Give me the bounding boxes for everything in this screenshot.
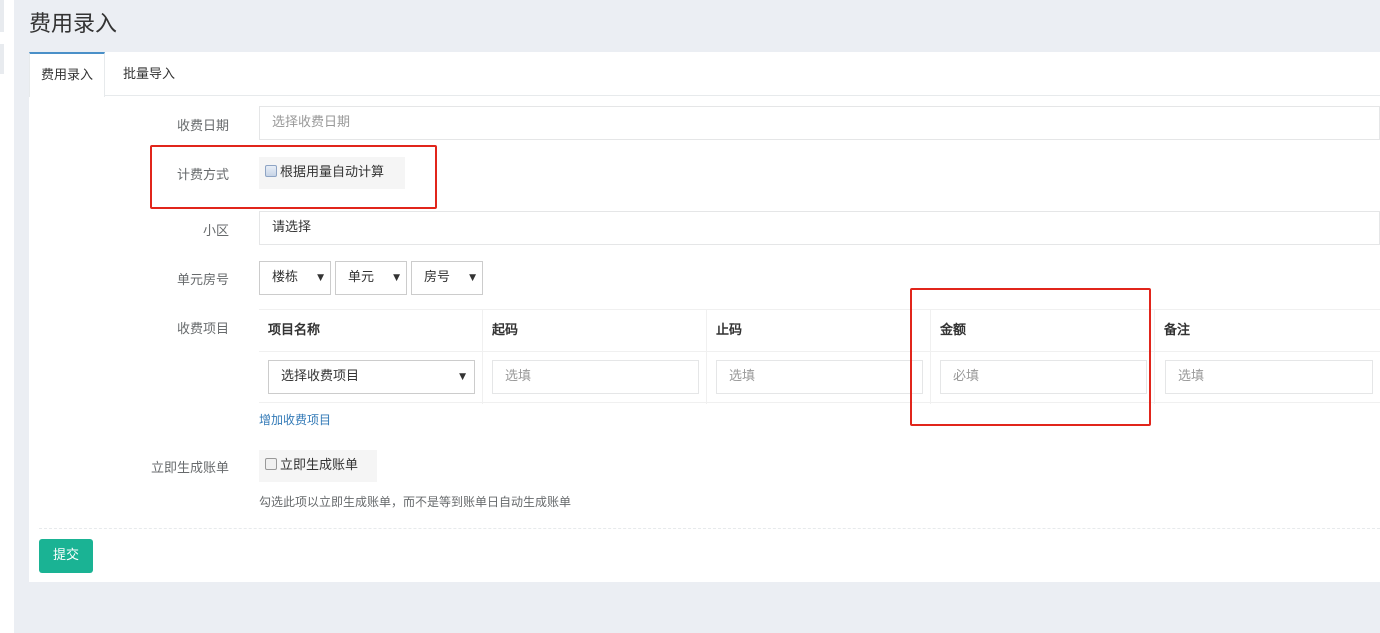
annotation-box-billing-method (150, 145, 437, 209)
caret-down-icon: ▼ (469, 273, 476, 283)
room-no-select[interactable]: 房号 ▼ (411, 261, 483, 295)
table-cell: 选填 (1155, 352, 1380, 404)
charge-date-input[interactable]: 选择收费日期 (259, 106, 1380, 140)
start-reading-input[interactable]: 选填 (492, 360, 699, 394)
sidebar-edge-mark (0, 0, 4, 32)
community-select[interactable]: 请选择 (259, 211, 1380, 245)
community-label: 小区 (202, 224, 229, 239)
tab-fee-entry[interactable]: 费用录入 (29, 52, 106, 97)
fee-item-select-value: 选择收费项目 (281, 369, 360, 384)
remark-input[interactable]: 选填 (1165, 360, 1373, 394)
end-reading-input[interactable]: 选填 (716, 360, 923, 394)
building-select-value: 楼栋 (272, 270, 299, 285)
instant-bill-checkbox-wrapper[interactable]: 立即生成账单 (259, 450, 377, 482)
instant-bill-help-text: 勾选此项以立即生成账单，而不是等到账单日自动生成账单 (259, 495, 572, 509)
instant-bill-checkbox-label: 立即生成账单 (280, 458, 359, 473)
table-cell: 选填 (707, 352, 931, 404)
left-sidebar-edge (0, 0, 14, 633)
tab-bar: 费用录入 批量导入 (29, 52, 1380, 97)
fee-item-select[interactable]: 选择收费项目 ▼ (268, 360, 475, 394)
column-header-item-name: 项目名称 (259, 310, 483, 352)
room-no-select-value: 房号 (424, 270, 451, 285)
unit-select-value: 单元 (348, 270, 375, 285)
page-title: 费用录入 (29, 12, 118, 37)
fee-items-label: 收费项目 (176, 322, 229, 337)
instant-bill-label: 立即生成账单 (150, 461, 229, 476)
date-label: 收费日期 (176, 119, 229, 134)
caret-down-icon: ▼ (459, 372, 466, 382)
caret-down-icon: ▼ (393, 273, 400, 283)
unit-select[interactable]: 单元 ▼ (335, 261, 407, 295)
room-label: 单元房号 (176, 273, 229, 288)
column-header-start: 起码 (483, 310, 707, 352)
tab-batch-import[interactable]: 批量导入 (112, 52, 186, 97)
sidebar-edge-mark (0, 44, 4, 74)
table-row: 选择收费项目 ▼ (259, 352, 483, 404)
caret-down-icon: ▼ (317, 273, 324, 283)
column-header-remark: 备注 (1155, 310, 1380, 352)
column-header-end: 止码 (707, 310, 931, 352)
submit-button[interactable]: 提交 (39, 539, 93, 573)
fee-items-table: 项目名称 起码 止码 金额 备注 选择收费项目 ▼ 选填 选填 必填 选填 (259, 309, 1380, 404)
annotation-box-amount (910, 288, 1151, 426)
building-select[interactable]: 楼栋 ▼ (259, 261, 331, 295)
add-fee-item-link[interactable]: 增加收费项目 (259, 411, 331, 428)
table-cell: 选填 (483, 352, 707, 404)
form-divider (39, 528, 1380, 529)
instant-bill-checkbox[interactable] (265, 458, 277, 470)
